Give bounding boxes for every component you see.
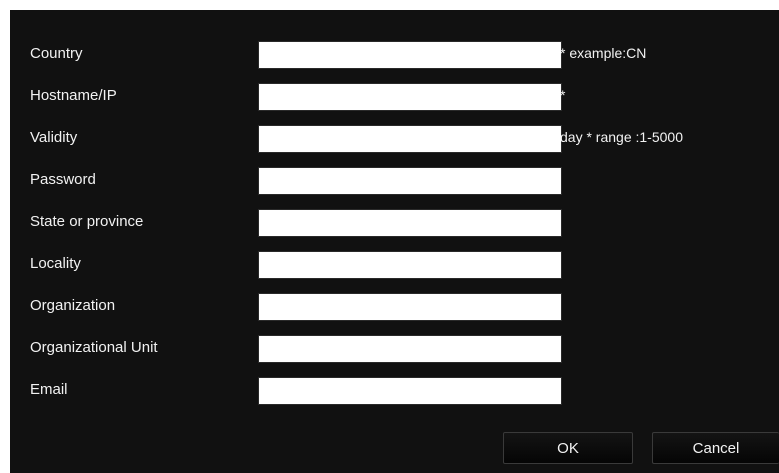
hostname-row: Hostname/IP * [10,83,779,111]
country-hint: * example:CN [560,45,647,61]
cancel-button[interactable]: Cancel [652,432,779,464]
state-row: State or province [10,209,779,237]
organizational-unit-row: Organizational Unit [10,335,779,363]
password-input[interactable] [258,167,562,195]
locality-input[interactable] [258,251,562,279]
password-row: Password [10,167,779,195]
country-label: Country [30,45,83,62]
state-input[interactable] [258,209,562,237]
email-row: Email [10,377,779,405]
organization-row: Organization [10,293,779,321]
organization-input[interactable] [258,293,562,321]
hostname-label: Hostname/IP [30,87,117,104]
password-label: Password [30,171,96,188]
email-input[interactable] [258,377,562,405]
validity-hint: day * range :1-5000 [560,129,683,145]
email-label: Email [30,381,68,398]
hostname-input[interactable] [258,83,562,111]
validity-row: Validity day * range :1-5000 [10,125,779,153]
organizational-unit-input[interactable] [258,335,562,363]
locality-row: Locality [10,251,779,279]
certificate-dialog: Country * example:CN Hostname/IP * Valid… [10,10,779,473]
locality-label: Locality [30,255,81,272]
hostname-hint: * [560,87,566,103]
country-row: Country * example:CN [10,41,779,69]
organizational-unit-label: Organizational Unit [30,339,158,356]
ok-button[interactable]: OK [503,432,633,464]
organization-label: Organization [30,297,116,314]
state-label: State or province [30,213,144,230]
validity-label: Validity [30,129,78,146]
country-input[interactable] [258,41,562,69]
validity-input[interactable] [258,125,562,153]
